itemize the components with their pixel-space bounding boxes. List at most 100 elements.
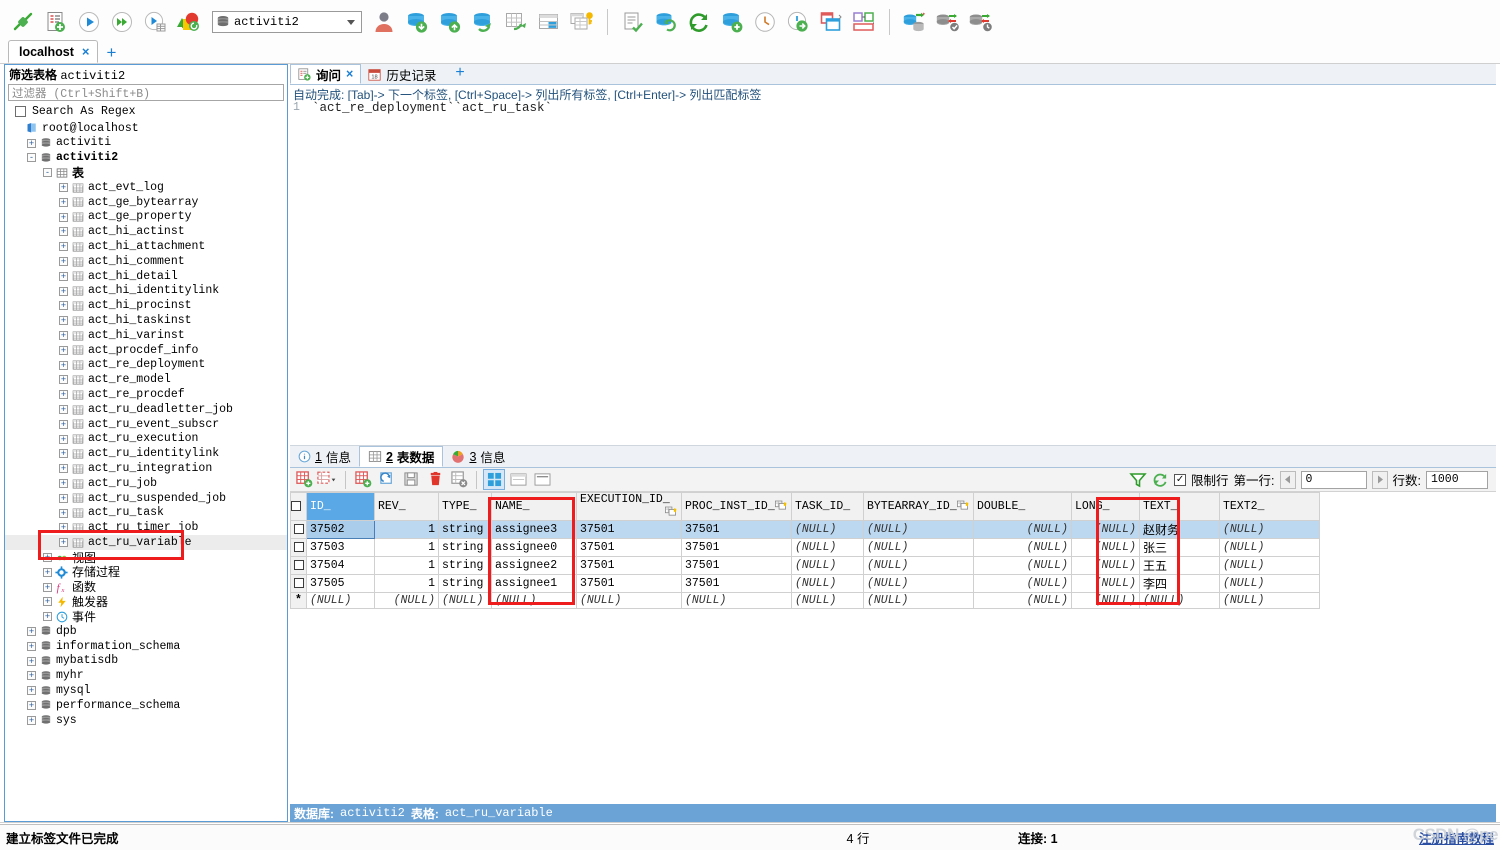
first-row-next-button[interactable] [1371, 470, 1388, 489]
new-connection-icon[interactable] [8, 7, 38, 37]
cell-text2[interactable]: (NULL) [1219, 520, 1320, 539]
cell-long[interactable]: (NULL) [1071, 520, 1140, 539]
sql-editor[interactable]: 1 `act_re_deployment``act_ru_task` [290, 101, 1496, 446]
table-row[interactable]: * (NULL) (NULL) (NULL) (NULL) (NULL) (NULL) (NU… [290, 592, 1320, 609]
script-check-icon[interactable] [618, 7, 648, 37]
tree-item-information_schema[interactable]: + information_schema [5, 639, 287, 654]
cell-proc_inst_id[interactable]: 37501 [681, 556, 792, 575]
explain-icon[interactable] [173, 7, 203, 37]
text-view-button[interactable] [531, 469, 553, 490]
run-selection-icon[interactable] [140, 7, 170, 37]
table-row[interactable]: 37504 1 string assignee2 37501 37501 (NULL) (NU… [290, 556, 1320, 575]
cell-rev[interactable]: 1 [374, 520, 439, 539]
tab-query[interactable]: 询问 × [290, 64, 362, 84]
cell-bytearray_id[interactable]: (NULL) [863, 520, 974, 539]
result-tab-table-data[interactable]: 2 表数据 [358, 446, 444, 467]
tree-item-act_ge_bytearray[interactable]: + act_ge_bytearray [5, 195, 287, 210]
refresh-icon[interactable] [684, 7, 714, 37]
checkbox-icon[interactable] [293, 577, 304, 588]
cell-long[interactable]: (NULL) [1071, 574, 1140, 593]
tree-item-act_hi_taskinst[interactable]: + act_hi_taskinst [5, 313, 287, 328]
refresh-grid-icon[interactable] [1152, 471, 1169, 488]
run-icon[interactable] [74, 7, 104, 37]
first-row-input[interactable]: 0 [1300, 470, 1367, 489]
table-key-icon[interactable] [567, 7, 597, 37]
form-view-button[interactable] [507, 469, 529, 490]
expand-icon[interactable]: + [59, 419, 68, 429]
checkbox-icon[interactable] [291, 500, 301, 511]
expand-icon[interactable]: + [59, 271, 68, 281]
column-header-id[interactable]: ID_ [306, 492, 375, 521]
column-header-execution_id[interactable]: EXECUTION_ID_ [576, 492, 682, 521]
table-row[interactable]: 37505 1 string assignee1 37501 37501 (NULL) (NU… [290, 574, 1320, 593]
filter-icon[interactable] [1129, 471, 1147, 489]
row-select-checkbox[interactable] [290, 520, 307, 539]
result-tab-info-3[interactable]: 3 信息 [443, 446, 513, 467]
cell-id[interactable]: (NULL) [306, 592, 375, 609]
expand-icon[interactable]: + [59, 316, 68, 326]
tree-item-act_hi_identitylink[interactable]: + act_hi_identitylink [5, 284, 287, 299]
cell-double[interactable]: (NULL) [973, 574, 1072, 593]
cell-proc_inst_id[interactable]: 37501 [681, 538, 792, 557]
row-select-checkbox[interactable] [290, 574, 307, 593]
cell-long[interactable]: (NULL) [1071, 538, 1140, 557]
column-header-bytearray_id[interactable]: BYTEARRAY_ID_ [863, 492, 974, 521]
expand-icon[interactable]: + [43, 597, 52, 607]
select-all-header[interactable] [290, 492, 307, 521]
chevron-down-icon[interactable] [347, 19, 355, 25]
rows-count-input[interactable]: 1000 [1426, 470, 1488, 489]
cell-text2[interactable]: (NULL) [1219, 592, 1320, 609]
expand-icon[interactable]: + [59, 493, 68, 503]
tree-item-act_ru_integration[interactable]: + act_ru_integration [5, 461, 287, 476]
db-sync-check-icon[interactable] [933, 7, 963, 37]
close-icon[interactable]: × [346, 67, 353, 81]
expand-icon[interactable]: + [59, 449, 68, 459]
user-icon[interactable] [369, 7, 399, 37]
db-refresh-icon[interactable] [651, 7, 681, 37]
column-header-text2[interactable]: TEXT2_ [1219, 492, 1320, 521]
expand-icon[interactable]: + [59, 375, 68, 385]
cell-type[interactable]: string [438, 520, 492, 539]
refresh-row-button[interactable] [376, 469, 398, 490]
tab-history[interactable]: 18 历史记录 [361, 64, 443, 84]
add-connection-tab-button[interactable]: + [106, 44, 116, 61]
cell-double[interactable]: (NULL) [973, 520, 1072, 539]
cell-text2[interactable]: (NULL) [1219, 574, 1320, 593]
expand-icon[interactable]: + [59, 405, 68, 415]
cell-type[interactable]: (NULL) [438, 592, 492, 609]
tree-item-act_ru_event_subscr[interactable]: + act_ru_event_subscr [5, 417, 287, 432]
expand-icon[interactable]: + [27, 671, 36, 681]
column-header-proc_inst_id[interactable]: PROC_INST_ID_ [681, 492, 792, 521]
search-as-regex-checkbox[interactable]: Search As Regex [5, 101, 287, 121]
save-changes-button[interactable] [400, 469, 422, 490]
cell-text2[interactable]: (NULL) [1219, 556, 1320, 575]
cell-text[interactable]: 王五 [1139, 556, 1220, 575]
new-query-icon[interactable] [41, 7, 71, 37]
run-all-icon[interactable] [107, 7, 137, 37]
tree-item-act_ru_identitylink[interactable]: + act_ru_identitylink [5, 447, 287, 462]
column-header-type[interactable]: TYPE_ [438, 492, 492, 521]
cell-type[interactable]: string [438, 556, 492, 575]
cell-text[interactable]: 赵财务 [1139, 520, 1220, 539]
cell-bytearray_id[interactable]: (NULL) [863, 574, 974, 593]
column-header-task_id[interactable]: TASK_ID_ [791, 492, 864, 521]
cell-execution_id[interactable]: 37501 [576, 520, 682, 539]
tree-item-act_hi_actinst[interactable]: + act_hi_actinst [5, 225, 287, 240]
cell-text2[interactable]: (NULL) [1219, 538, 1320, 557]
tree-item-act_re_model[interactable]: + act_re_model [5, 373, 287, 388]
expand-icon[interactable]: + [43, 567, 52, 577]
checkbox-icon[interactable] [293, 559, 304, 570]
tree-item--[interactable]: + 视图 [5, 550, 287, 565]
cell-id[interactable]: 37503 [306, 538, 375, 557]
cell-task_id[interactable]: (NULL) [791, 538, 864, 557]
cell-rev[interactable]: 1 [374, 574, 439, 593]
cell-proc_inst_id[interactable]: 37501 [681, 520, 792, 539]
tree-item-act_ru_execution[interactable]: + act_ru_execution [5, 432, 287, 447]
tree-item-mybatisdb[interactable]: + mybatisdb [5, 654, 287, 669]
expand-icon[interactable]: + [59, 360, 68, 370]
tree-item-act_ru_suspended_job[interactable]: + act_ru_suspended_job [5, 491, 287, 506]
cell-long[interactable]: (NULL) [1071, 592, 1140, 609]
tree-item-act_hi_varinst[interactable]: + act_hi_varinst [5, 328, 287, 343]
schedule-icon[interactable] [783, 7, 813, 37]
tree-item--[interactable]: + 触发器 [5, 595, 287, 610]
